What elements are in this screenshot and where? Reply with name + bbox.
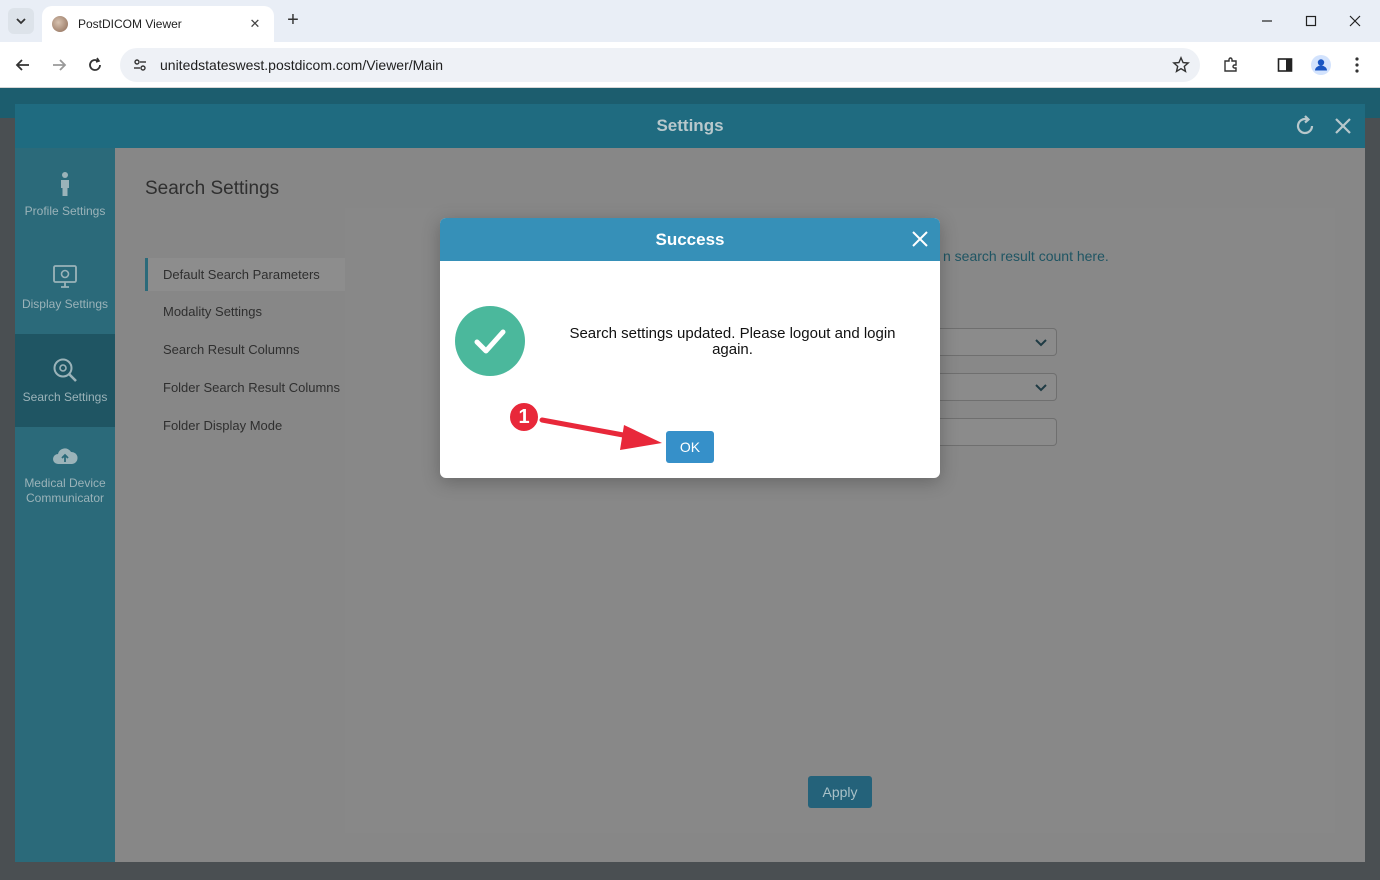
forward-button[interactable] [46, 52, 72, 78]
sidebar-item-label: Display Settings [21, 297, 109, 311]
cloud-icon [53, 447, 78, 464]
arrow-right-icon [53, 59, 67, 71]
ok-button[interactable]: OK [666, 431, 714, 463]
bookmark-button[interactable] [1168, 52, 1194, 78]
sidebar-item-display[interactable]: Display Settings [15, 241, 115, 334]
reset-icon[interactable] [1293, 114, 1317, 138]
search-param-select-1[interactable] [930, 328, 1057, 356]
reload-icon [89, 57, 101, 71]
side-panel-button[interactable] [1272, 52, 1298, 78]
submenu-item-folder-display[interactable]: Folder Display Mode [145, 409, 345, 442]
kebab-menu-icon [1355, 57, 1359, 73]
submenu-item-result-columns[interactable]: Search Result Columns [145, 333, 345, 366]
sidebar-item-label: Profile Settings [24, 204, 106, 218]
star-icon [1172, 56, 1190, 73]
step-badge: 1 [508, 401, 540, 433]
success-dialog: Success Search settings updated. Please … [440, 218, 940, 478]
sidebar-item-label: Search Settings [22, 390, 108, 404]
side-panel-icon [1277, 58, 1293, 72]
sidebar-item-device[interactable]: Medical Device Communicator [15, 427, 115, 520]
extensions-button[interactable] [1218, 52, 1244, 78]
tab-title: PostDICOM Viewer [78, 17, 182, 31]
minimize-button[interactable] [1244, 0, 1290, 42]
settings-submenu: Default Search Parameters Modality Setti… [145, 258, 345, 442]
back-button[interactable] [10, 52, 36, 78]
annotation-arrow-icon [539, 417, 662, 450]
puzzle-icon [1224, 57, 1237, 72]
arrow-left-icon [15, 59, 29, 71]
maximize-button[interactable] [1288, 0, 1334, 42]
new-tab-button[interactable]: + [282, 9, 304, 31]
postdicom-favicon-icon [52, 16, 68, 32]
avatar-icon [1311, 55, 1331, 75]
monitor-icon [53, 265, 77, 288]
browser-tab-bar: PostDICOM Viewer ✕ + [0, 0, 1380, 42]
profile-button[interactable] [1308, 52, 1334, 78]
browser-toolbar: unitedstateswest.postdicom.com/Viewer/Ma… [0, 42, 1380, 88]
maximize-icon [1305, 15, 1317, 27]
minimize-icon [1262, 20, 1272, 22]
search-result-count-input[interactable] [930, 418, 1057, 446]
submenu-item-modality[interactable]: Modality Settings [145, 295, 345, 328]
close-icon[interactable] [1331, 114, 1355, 138]
page-title: Search Settings [145, 178, 280, 199]
submenu-item-default-search[interactable]: Default Search Parameters [145, 258, 345, 291]
close-icon[interactable] [910, 229, 930, 249]
browser-tab[interactable]: PostDICOM Viewer ✕ [42, 6, 274, 42]
address-bar[interactable]: unitedstateswest.postdicom.com/Viewer/Ma… [120, 48, 1200, 82]
panel-hint-text: n search result count here. [943, 248, 1109, 264]
chevron-down-icon [1035, 384, 1047, 392]
settings-title: Settings [656, 116, 724, 135]
sidebar-item-profile[interactable]: Profile Settings [15, 148, 115, 241]
search-param-select-2[interactable] [930, 373, 1057, 401]
settings-header: Settings [15, 104, 1365, 148]
close-icon [1349, 15, 1361, 27]
person-icon [61, 172, 69, 196]
reload-button[interactable] [82, 52, 108, 78]
apply-button[interactable]: Apply [808, 776, 872, 808]
dialog-header: Success [440, 218, 940, 261]
chevron-down-icon [16, 18, 26, 25]
chevron-down-icon [1035, 339, 1047, 347]
search-gear-icon [53, 358, 77, 382]
url-text: unitedstateswest.postdicom.com/Viewer/Ma… [160, 57, 443, 73]
checkmark-icon [455, 306, 525, 376]
sidebar-item-label: Medical Device Communicator [24, 475, 106, 505]
dialog-message: Search settings updated. Please logout a… [569, 325, 896, 358]
tab-close-icon[interactable]: ✕ [246, 16, 264, 32]
tab-search-button[interactable] [8, 8, 34, 34]
sidebar-item-search[interactable]: Search Settings [15, 334, 115, 427]
settings-sidebar: Profile Settings Display Settings Search… [15, 148, 115, 862]
window-close-button[interactable] [1332, 0, 1378, 42]
dialog-title: Success [655, 229, 725, 249]
site-info-icon [134, 59, 146, 71]
submenu-item-folder-columns[interactable]: Folder Search Result Columns [145, 371, 345, 404]
browser-menu-button[interactable] [1344, 52, 1370, 78]
